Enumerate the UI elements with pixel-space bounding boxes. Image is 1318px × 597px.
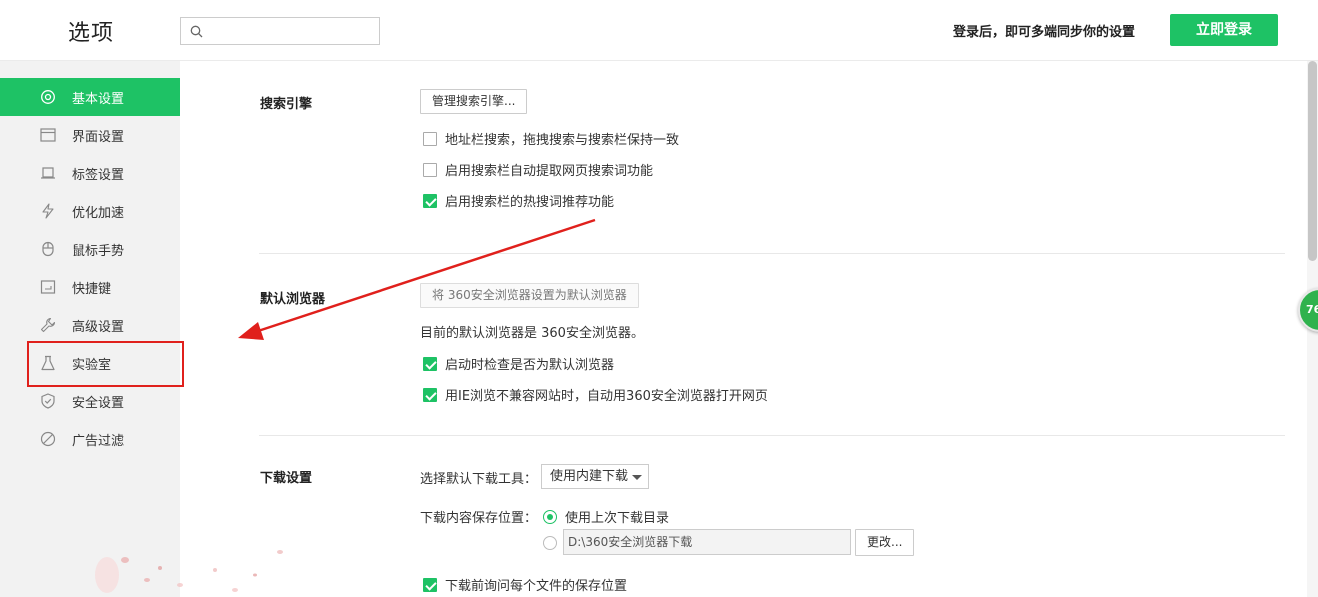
keyboard-icon (40, 280, 56, 294)
select-value: 使用内建下载 (550, 469, 629, 484)
sidebar-item-mouse-gesture[interactable]: 鼠标手势 (0, 230, 180, 268)
download-tool-select[interactable]: 使用内建下载 (541, 464, 649, 489)
sidebar-item-label: 标签设置 (72, 167, 125, 183)
sidebar-item-ad-filter[interactable]: 广告过滤 (0, 420, 180, 458)
checkbox[interactable] (423, 162, 437, 177)
page-title: 选项 (68, 21, 115, 46)
option-check-default-on-start[interactable]: 启动时检查是否为默认浏览器 (423, 354, 614, 373)
tab-icon (41, 167, 55, 179)
checkbox-checked[interactable] (423, 193, 437, 208)
radio-custom-directory[interactable] (543, 536, 557, 550)
wrench-icon (40, 317, 56, 333)
sidebar-item-security[interactable]: 安全设置 (0, 382, 180, 420)
option-ie-compat-open[interactable]: 用IE浏览不兼容网站时，自动用360安全浏览器打开网页 (423, 385, 768, 404)
sidebar-item-label: 快捷键 (72, 281, 112, 297)
search-input[interactable] (209, 20, 375, 42)
sidebar-item-label: 基本设置 (72, 91, 125, 107)
section-title-search-engine: 搜索引擎 (260, 97, 313, 112)
change-path-button[interactable]: 更改... (855, 529, 915, 556)
section-divider (259, 253, 1285, 254)
search-box[interactable] (180, 17, 380, 45)
download-tool-label: 选择默认下载工具： (420, 472, 538, 487)
section-divider (259, 435, 1285, 436)
option-hot-search-recommend[interactable]: 启用搜索栏的热搜词推荐功能 (423, 191, 614, 210)
mouse-icon (42, 241, 54, 257)
gear-icon (41, 90, 55, 104)
window-icon (40, 128, 56, 142)
download-location-label: 下载内容保存位置： (420, 511, 538, 526)
option-auto-extract-search-words[interactable]: 启用搜索栏自动提取网页搜索词功能 (423, 160, 653, 179)
radio-label: 使用上次下载目录 (565, 511, 670, 526)
manage-search-engines-button[interactable]: 管理搜索引擎... (420, 89, 528, 114)
option-ask-save-location[interactable]: 下载前询问每个文件的保存位置 (423, 575, 627, 594)
sidebar-item-optimize[interactable]: 优化加速 (0, 192, 180, 230)
sidebar-item-label: 高级设置 (72, 319, 125, 335)
sidebar-item-label: 优化加速 (72, 205, 125, 221)
radio-checked[interactable] (543, 509, 557, 524)
sidebar-item-basic-settings[interactable]: 基本设置 (0, 78, 180, 116)
checkbox-checked[interactable] (423, 387, 437, 402)
section-title-default-browser: 默认浏览器 (260, 292, 326, 307)
sidebar-item-advanced[interactable]: 高级设置 (0, 306, 180, 344)
option-label: 启用搜索栏自动提取网页搜索词功能 (445, 164, 654, 179)
sidebar-item-label: 界面设置 (72, 129, 125, 145)
lightning-icon (42, 203, 54, 219)
sidebar-item-label: 鼠标手势 (72, 243, 125, 259)
search-icon (190, 25, 203, 38)
option-label: 用IE浏览不兼容网站时，自动用360安全浏览器打开网页 (445, 389, 768, 404)
set-default-browser-button[interactable]: 将 360安全浏览器设置为默认浏览器 (420, 283, 639, 308)
scrollbar-thumb[interactable] (1308, 61, 1317, 261)
option-label: 下载前询问每个文件的保存位置 (445, 579, 628, 594)
header-bar: 选项 登录后，即可多端同步你的设置 立即登录 (0, 0, 1318, 61)
lab-highlight-box (27, 341, 184, 387)
download-path-field[interactable]: D:\360安全浏览器下载 (563, 529, 851, 555)
sidebar-item-interface-settings[interactable]: 界面设置 (0, 116, 180, 154)
settings-content: 搜索引擎 管理搜索引擎... 地址栏搜索，拖拽搜索与搜索栏保持一致 启用搜索栏自… (180, 61, 1307, 597)
checkbox[interactable] (423, 131, 437, 146)
option-label: 启动时检查是否为默认浏览器 (445, 358, 615, 373)
checkbox-checked[interactable] (423, 356, 437, 371)
radio-last-directory[interactable]: 使用上次下载目录 (543, 507, 669, 526)
option-label: 地址栏搜索，拖拽搜索与搜索栏保持一致 (445, 133, 680, 148)
sidebar-item-label: 安全设置 (72, 395, 125, 411)
sidebar-item-label: 广告过滤 (72, 433, 125, 449)
chevron-down-icon (632, 475, 642, 480)
block-icon (40, 431, 56, 447)
option-label: 启用搜索栏的热搜词推荐功能 (445, 195, 615, 210)
default-browser-status: 目前的默认浏览器是 360安全浏览器。 (420, 326, 644, 341)
sidebar: 基本设置 界面设置 标签设置 优化加速 鼠标手势 快捷键 高级设置 实验室 安全… (0, 61, 283, 597)
sync-hint-text: 登录后，即可多端同步你的设置 (953, 25, 1136, 40)
option-address-bar-search[interactable]: 地址栏搜索，拖拽搜索与搜索栏保持一致 (423, 129, 679, 148)
login-button[interactable]: 立即登录 (1170, 14, 1278, 46)
sidebar-item-tab-settings[interactable]: 标签设置 (0, 154, 180, 192)
shield-icon (41, 393, 55, 409)
checkbox-checked[interactable] (423, 577, 437, 592)
sidebar-item-shortcuts[interactable]: 快捷键 (0, 268, 180, 306)
section-title-download: 下载设置 (260, 471, 313, 486)
